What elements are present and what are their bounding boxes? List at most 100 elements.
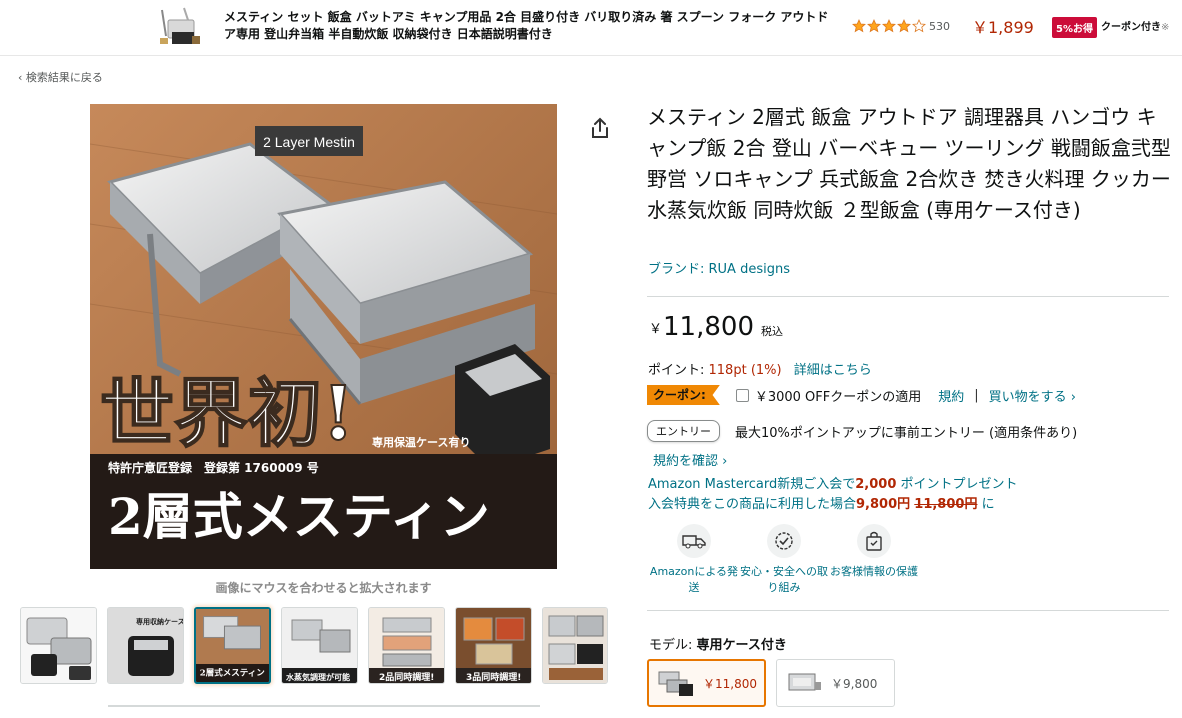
variant-price: ￥9,800 [831,676,878,691]
back-to-results-link[interactable]: ‹ 検索結果に戻る [18,69,103,85]
product-title: メスティン 2層式 飯盒 アウトドア 調理器具 ハンゴウ キャンプ飯 2合 登山… [647,105,1171,222]
tax-included-label: 税込 [761,325,783,338]
thumbnail-caption: 専用収納ケース [136,617,184,626]
thumbnail-image [21,608,96,683]
price-value: 11,800 [663,312,754,342]
coupon-shop-link[interactable]: 買い物をする › [989,386,1076,405]
variant-without-case[interactable]: ￥9,800 [776,659,895,707]
thumbnail-image: 2層式メスティン [196,609,269,682]
zoom-hint: 画像にマウスを合わせると拡大されます [215,581,432,595]
thumbnail-image [543,608,607,683]
thumbnail-strip: 専用収納ケース 2層式メスティン 水蒸気調理が可能 2品同時調理! 3品同時調理… [20,607,608,684]
thumbnail-5[interactable]: 2品同時調理! [368,607,445,684]
ad-coupon-note: ※ [1161,22,1170,33]
card-promo-text: ポイントプレゼント [896,477,1018,492]
card-promo-original-price: 11,800円 [914,497,978,512]
ad-product-thumbnail[interactable] [154,6,204,50]
card-promo-text: 入会特典をこの商品に利用した場合 [648,497,857,512]
thumbnail-image: 専用収納ケース [108,608,184,683]
badge-label: お客様情報の保護 [830,565,918,578]
sponsored-product-bar[interactable]: メスティン セット 飯盒 バットアミ キャンプ用品 2合 目盛り付き バリ取り済… [0,0,1182,56]
coupon-text: ￥3000 OFFクーポンの適用 [754,389,922,405]
card-promo-line-1: Amazon Mastercard新規ご入会で2,000 ポイントプレゼント [648,475,1018,495]
safety-shield-icon [767,524,801,558]
points-label: ポイント: [648,363,709,378]
main-product-image-art: 2 Layer Mestin 世界初! 専用保温ケース有り 特許庁意匠登録 登録… [90,104,557,569]
star-full-icon [882,19,896,33]
thumbnail-image: 3品同時調理! [456,608,531,683]
thumbnail-6[interactable]: 3品同時調理! [455,607,532,684]
delivery-van-icon [677,524,711,558]
card-promo-price: 9,800円 [856,497,911,512]
ad-discount-badge: 5%お得 [1052,17,1097,38]
star-full-icon [897,19,911,33]
badge-label: 安心・安全への取り組み [740,565,828,594]
price-currency: ￥ [649,322,663,337]
ad-coupon-label: クーポン付き※ [1101,18,1169,33]
thumbnail-image: 水蒸気調理が可能 [282,608,357,683]
variant-thumbnail [658,671,693,696]
model-label: モデル: 専用ケース付き [649,634,787,653]
variant-thumbnail [788,673,821,691]
badge-safety[interactable]: 安心・安全への取り組み [738,524,830,596]
image-case-note: 専用保温ケース有り [372,435,470,449]
divider [647,296,1169,297]
divider [647,610,1169,611]
coupon-checkbox[interactable] [735,388,749,402]
star-full-icon [852,19,866,33]
points-row: ポイント: 118pt (1%) 詳細はこちら [648,359,872,378]
star-empty-icon [912,19,926,33]
coupon-row: クーポン: ￥3000 OFFクーポンの適用 規約 | 買い物をする › [647,384,1076,406]
card-promo-points: 2,000 [855,477,897,492]
thumbnail-3[interactable]: 2層式メスティン [194,607,271,684]
star-full-icon [867,19,881,33]
thumbnail-7[interactable] [542,607,608,684]
image-top-label: 2 Layer Mestin [263,134,355,150]
image-patent-text: 特許庁意匠登録 登録第 1760009 号 [108,460,319,475]
brand-link[interactable]: ブランド: RUA designs [648,258,790,277]
thumbnail-caption: 2品同時調理! [379,671,434,683]
ad-coupon-text: クーポン付き [1101,22,1161,33]
thumbnail-caption: 3品同時調理! [466,671,521,683]
entry-row: エントリー 最大10%ポイントアップに事前エントリー (適用条件あり) [647,420,1077,442]
image-product-name: 2層式メスティン [108,487,490,546]
ad-product-title[interactable]: メスティン セット 飯盒 バットアミ キャンプ用品 2合 目盛り付き バリ取り済… [224,9,834,43]
ad-review-count[interactable]: 530 [929,20,950,33]
points-percent: (1%) [750,363,782,378]
thumbnail-caption: 2層式メスティン [200,667,266,678]
thumbnail-caption: 水蒸気調理が可能 [285,672,350,682]
card-promo-text: Amazon Mastercard新規ご入会で [648,477,856,492]
thumbnail-1[interactable] [20,607,97,684]
terms-check-link[interactable]: 規約を確認 › [653,450,727,469]
entry-text: 最大10%ポイントアップに事前エントリー (適用条件あり) [735,425,1078,441]
main-product-image[interactable]: 2 Layer Mestin 世界初! 専用保温ケース有り 特許庁意匠登録 登録… [90,104,557,569]
thumbnail-4[interactable]: 水蒸気調理が可能 [281,607,358,684]
thumbnail-scrollbar[interactable] [108,705,540,707]
thumbnail-2[interactable]: 専用収納ケース [107,607,184,684]
variant-price: ￥11,800 [703,676,757,691]
points-value: 118pt [708,363,747,378]
card-promo-line-2: 入会特典をこの商品に利用した場合9,800円 11,800円 に [648,495,1018,515]
badge-label: Amazonによる発送 [649,565,739,594]
coupon-separator: | [974,387,979,403]
secure-bag-icon [857,524,891,558]
entry-button[interactable]: エントリー [647,420,720,442]
variant-with-case[interactable]: ￥11,800 [647,659,766,707]
share-icon[interactable] [589,116,611,140]
points-details-link[interactable]: 詳細はこちら [794,363,872,378]
card-promo-link[interactable]: Amazon Mastercard新規ご入会で2,000 ポイントプレゼント 入… [648,475,1018,515]
price-block: ￥ 11,800 税込 [649,312,783,342]
coupon-terms-link[interactable]: 規約 [938,386,964,405]
badge-privacy[interactable]: お客様情報の保護 [828,524,920,596]
model-selected: 専用ケース付き [696,638,787,653]
coupon-tag: クーポン: [647,385,720,405]
card-promo-text: に [977,497,995,512]
variant-selector: ￥11,800 ￥9,800 [647,659,895,707]
ad-price: ￥1,899 [972,18,1034,37]
trust-badges: Amazonによる発送 安心・安全への取り組み お客様情報の保護 [648,524,920,596]
image-headline: 世界初! [100,371,354,457]
model-label-text: モデル: [649,638,697,653]
badge-amazon-shipping[interactable]: Amazonによる発送 [648,524,740,596]
thumbnail-image: 2品同時調理! [369,608,444,683]
ad-star-rating[interactable] [852,19,926,33]
